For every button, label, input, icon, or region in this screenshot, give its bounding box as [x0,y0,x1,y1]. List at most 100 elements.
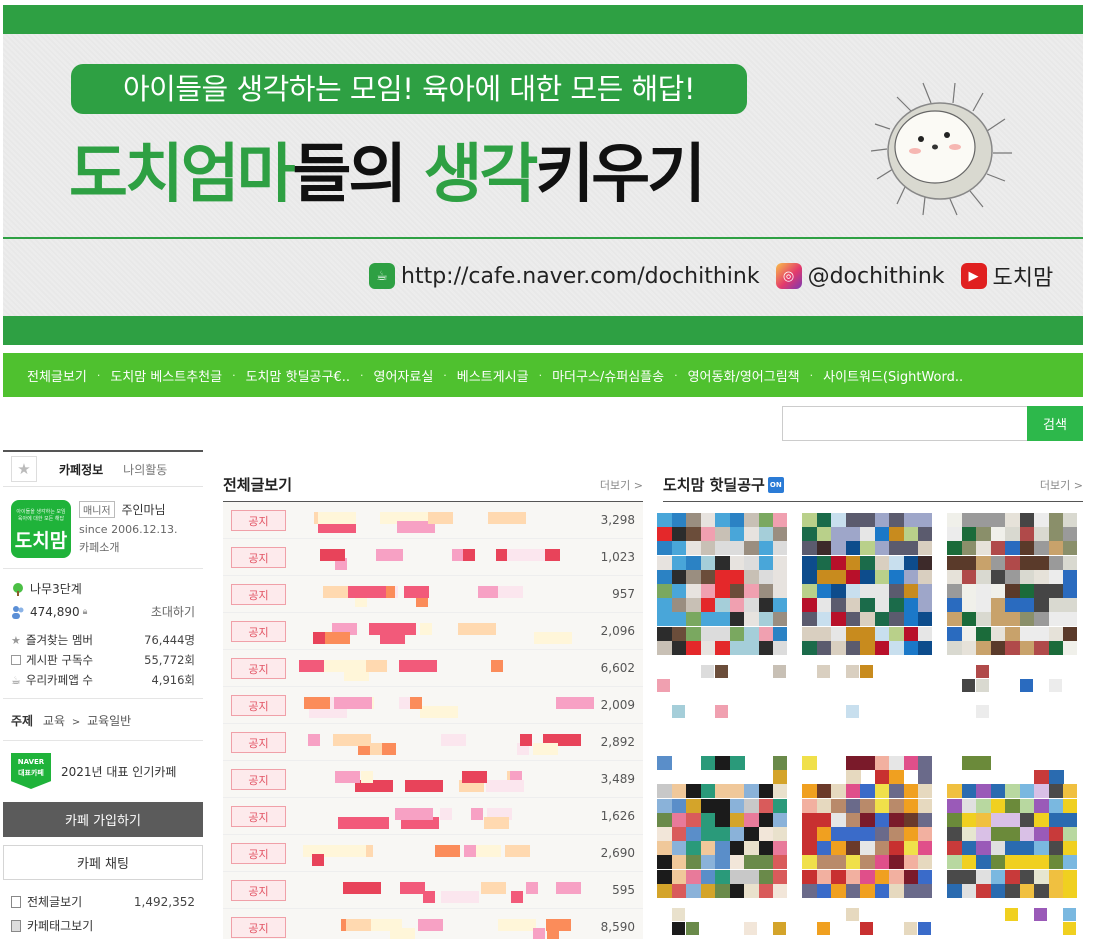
menu-item-all-posts[interactable]: 전체글보기 [27,366,87,385]
product-caption-mosaic[interactable] [802,908,932,939]
thumbnail-pixel [816,827,832,841]
menu-item-best-board[interactable]: 베스트게시글 [457,366,529,385]
favorite-star-icon[interactable]: ★ [11,456,37,482]
post-title-mosaic[interactable] [291,879,581,903]
thumbnail-pixel [1034,869,1049,884]
product-thumbnail[interactable] [802,756,932,898]
mosaic-block [366,660,378,672]
thumbnail-pixel [903,598,919,613]
thumbnail-pixel [831,640,846,655]
menu-item-best-recommend[interactable]: 도치맘 베스트추천글 [110,366,222,385]
menu-item-english-materials[interactable]: 영어자료실 [373,366,433,385]
tab-cafe-info[interactable]: 카페정보 [59,461,103,478]
subject-main[interactable]: 교육 [43,714,65,728]
post-title-mosaic[interactable] [291,509,581,533]
post-title-mosaic[interactable] [291,842,581,866]
subscribe-icon [11,655,21,665]
product-caption-mosaic[interactable] [947,665,1077,725]
thumbnail-pixel [1063,513,1077,527]
product-thumbnail[interactable] [657,513,787,655]
cafe-chat-button[interactable]: 카페 채팅 [3,845,203,880]
board-more-link[interactable]: 더보기 > [600,477,643,493]
banner-youtube-link[interactable]: ▶ 도치맘 [960,260,1053,292]
thumbnail-pixel [1005,798,1020,813]
join-cafe-button[interactable]: 카페 가입하기 [3,802,203,837]
product-caption-mosaic[interactable] [947,908,1077,939]
board-row[interactable]: 공지 2,009 [223,687,643,724]
post-title-mosaic[interactable] [291,546,581,570]
board-row[interactable]: 공지 1,023 [223,539,643,576]
board-title[interactable]: 전체글보기 [223,474,292,495]
subject-sub[interactable]: 교육일반 [87,714,131,728]
thumbnail-pixel [947,555,962,570]
board-row[interactable]: 공지 3,298 [223,502,643,539]
product-thumbnail[interactable] [802,513,932,655]
member-count[interactable]: 474,890 [30,605,80,619]
board-row[interactable]: 공지 6,602 [223,650,643,687]
search-button[interactable]: 검색 [1027,406,1083,441]
thumbnail-pixel [961,598,977,613]
thumbnail-pixel [845,555,861,570]
thumbnail-pixel [1005,598,1020,613]
banner-cafe-link[interactable]: ☕ http://cafe.naver.com/dochithink [369,263,760,289]
thumbnail-pixel [990,555,1006,570]
thumbnail-pixel [816,612,832,627]
thumbnail-pixel [961,555,977,570]
mosaic-block [511,891,523,903]
thumbnail-pixel [845,527,861,542]
thumbnail-pixel [961,784,977,799]
product-thumbnail[interactable] [657,756,787,898]
post-title-mosaic[interactable] [291,583,581,607]
board-row[interactable]: 공지 2,096 [223,613,643,650]
product-caption-mosaic[interactable] [802,665,932,725]
banner-instagram-link[interactable]: ◎ @dochithink [775,263,945,289]
sidebar-tags[interactable]: 카페태그보기 [11,917,195,934]
thumbnail-pixel [889,513,904,527]
board-row[interactable]: 공지 957 [223,576,643,613]
stat-favorite-members: ★ 즐겨찾는 멤버 76,444명 [11,632,195,648]
post-title-mosaic[interactable] [291,731,581,755]
sidebar-all-posts[interactable]: 전체글보기 1,492,352 [11,893,195,910]
gallery-title[interactable]: 도치맘 핫딜공구 ON [663,474,784,495]
cafe-logo[interactable]: 아이들을 생각하는 모임 육아에 대한 모든 해답 도치맘 [11,500,71,558]
product-caption-mosaic[interactable] [657,908,787,939]
thumbnail-pixel [1005,584,1020,598]
post-title-mosaic[interactable] [291,768,581,792]
product-thumbnail[interactable] [947,756,1077,898]
thumbnail-pixel [700,584,716,598]
thumbnail-pixel [903,640,919,655]
thumbnail-pixel [758,812,774,827]
menu-item-hot-deal[interactable]: 도치맘 핫딜공구€.. [246,366,350,385]
board-row[interactable]: 공지 8,590 [223,909,643,939]
board-row[interactable]: 공지 595 [223,872,643,909]
menu-item-sight-words[interactable]: 사이트워드(SightWord.. [823,366,963,385]
board-row[interactable]: 공지 3,489 [223,761,643,798]
post-title-mosaic[interactable] [291,657,581,681]
post-title-mosaic[interactable] [291,620,581,644]
product-thumbnail[interactable] [947,513,1077,655]
manager-name[interactable]: 주인마님 [121,503,165,517]
thumbnail-pixel [671,555,687,570]
thumbnail-pixel [1005,626,1020,641]
tab-my-activity[interactable]: 나의활동 [123,461,167,478]
thumbnail-pixel [816,541,832,556]
menu-item-mother-goose[interactable]: 마더구스/슈퍼심플송 [552,366,664,385]
gallery-more-link[interactable]: 더보기 > [1040,477,1083,493]
post-title-mosaic[interactable] [291,916,581,939]
search-input[interactable] [782,406,1027,441]
thumbnail-pixel [889,569,904,584]
thumbnail-pixel [700,541,716,556]
post-title-mosaic[interactable] [291,805,581,829]
cafe-intro-link[interactable]: 카페소개 [79,539,119,555]
board-row[interactable]: 공지 2,690 [223,835,643,872]
thumbnail-pixel [758,555,774,570]
post-title-mosaic[interactable] [291,694,594,718]
thumbnail-pixel [686,626,701,641]
menu-item-english-books[interactable]: 영어동화/영어그림책 [688,366,800,385]
thumbnail-pixel [831,598,846,613]
invite-link[interactable]: 초대하기 [151,603,195,620]
board-row[interactable]: 공지 1,626 [223,798,643,835]
cafe-logo-tagline: 아이들을 생각하는 모임 육아에 대한 모든 해답 [16,509,66,522]
board-row[interactable]: 공지 2,892 [223,724,643,761]
product-caption-mosaic[interactable] [657,665,787,725]
